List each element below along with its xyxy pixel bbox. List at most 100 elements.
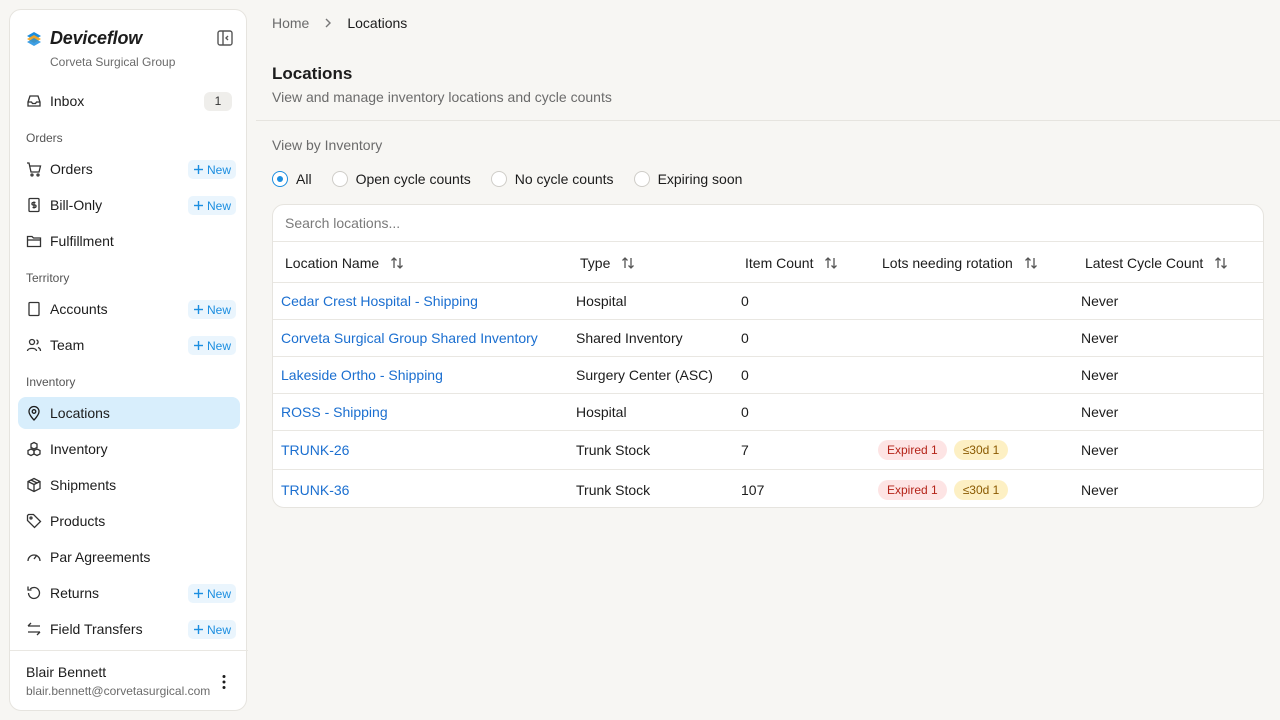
new-label: New (206, 162, 231, 177)
collapse-sidebar-icon[interactable] (216, 29, 234, 47)
package-icon (27, 477, 41, 493)
filter-option-expiring-soon[interactable]: Expiring soon (633, 171, 743, 187)
rotate-ccw-icon (27, 586, 41, 600)
sidebar-item-label: Field Transfers (50, 621, 143, 637)
plus-icon (193, 165, 203, 174)
folder-icon (26, 235, 42, 248)
sidebar-item-shipments[interactable]: Shipments (18, 469, 240, 501)
sidebar-item-locations[interactable]: Locations (18, 397, 240, 429)
table-row[interactable]: Cedar Crest Hospital - Shipping Hospital… (273, 283, 1263, 320)
user-email: blair.bennett@corvetasurgical.com (26, 684, 211, 698)
sort-icon[interactable] (1213, 255, 1229, 271)
sidebar-item-products[interactable]: Products (18, 505, 240, 537)
column-header-label: Location Name (285, 254, 380, 271)
item-count: 7 (741, 442, 749, 458)
chevron-right-icon (325, 18, 332, 28)
column-header-item-count[interactable]: Item Count (745, 242, 839, 283)
sidebar-item-returns[interactable]: Returns New (18, 577, 240, 609)
latest-cycle-count: Never (1081, 404, 1119, 420)
plus-icon (193, 589, 203, 598)
radio-label: Expiring soon (657, 171, 743, 187)
item-count: 0 (741, 404, 749, 420)
location-name-link[interactable]: Cedar Crest Hospital - Shipping (281, 283, 478, 319)
gauge-icon (27, 554, 41, 562)
location-name-link[interactable]: TRUNK-26 (281, 431, 349, 469)
filter-option-all[interactable]: All (272, 171, 312, 187)
radio-label: All (296, 171, 312, 187)
radio-label: No cycle counts (514, 171, 614, 187)
radio-button[interactable] (633, 171, 650, 187)
new-return-button[interactable]: New (187, 584, 236, 603)
table-row[interactable]: Corveta Surgical Group Shared Inventory … (273, 320, 1263, 357)
sidebar-item-label: Bill-Only (50, 197, 103, 213)
column-header-type[interactable]: Type (580, 242, 636, 283)
column-header-label: Type (580, 254, 611, 271)
sidebar: Deviceflow Corveta Surgical Group Inbox … (9, 9, 248, 711)
inventory-filter-group: All Open cycle counts No cycle counts Ex… (272, 171, 762, 187)
new-account-button[interactable]: New (187, 300, 236, 319)
column-header-label: Latest Cycle Count (1085, 254, 1204, 271)
filter-option-open-cycle-counts[interactable]: Open cycle counts (331, 171, 471, 187)
table-row[interactable]: ROSS - Shipping Hospital 0 Never (273, 394, 1263, 431)
radio-label: Open cycle counts (355, 171, 471, 187)
new-field-transfer-button[interactable]: New (187, 620, 236, 639)
column-header-label: Lots needing rotation (882, 254, 1013, 271)
sidebar-item-label: Products (50, 513, 106, 529)
new-order-button[interactable]: New (187, 160, 236, 179)
column-header-latest-cycle-count[interactable]: Latest Cycle Count (1085, 242, 1229, 283)
breadcrumb-home[interactable]: Home (272, 15, 309, 31)
location-name-link[interactable]: Lakeside Ortho - Shipping (281, 357, 443, 393)
sidebar-item-par-agreements[interactable]: Par Agreements (18, 541, 240, 573)
new-team-button[interactable]: New (187, 336, 236, 355)
sidebar-item-label: Accounts (50, 301, 108, 317)
filter-label: View by Inventory (272, 137, 383, 153)
more-vertical-icon[interactable] (215, 673, 233, 691)
sidebar-item-label: Team (50, 337, 85, 353)
table-row[interactable]: Lakeside Ortho - Shipping Surgery Center… (273, 357, 1263, 394)
plus-icon (193, 305, 203, 314)
sidebar-item-label: Inventory (50, 441, 108, 457)
sidebar-item-label: Returns (50, 585, 100, 601)
item-count: 0 (741, 367, 749, 383)
sort-icon[interactable] (823, 255, 839, 271)
section-label-territory: Territory (26, 271, 70, 285)
location-name-link[interactable]: TRUNK-36 (281, 470, 349, 507)
sidebar-item-team[interactable]: Team New (18, 329, 240, 361)
new-bill-only-button[interactable]: New (187, 196, 236, 215)
radio-button[interactable] (490, 171, 507, 187)
location-type: Trunk Stock (576, 442, 651, 458)
column-header-location-name[interactable]: Location Name (285, 242, 405, 283)
table-row[interactable]: TRUNK-26 Trunk Stock 7 Expired 1 ≤30d 1 … (273, 431, 1263, 470)
new-label: New (206, 622, 231, 637)
inbox-count-badge: 1 (204, 92, 232, 111)
column-header-lots-needing-rotation[interactable]: Lots needing rotation (882, 242, 1039, 283)
location-name-link[interactable]: ROSS - Shipping (281, 394, 388, 430)
sort-icon[interactable] (1023, 255, 1039, 271)
table-row[interactable]: TRUNK-36 Trunk Stock 107 Expired 1 ≤30d … (273, 470, 1263, 507)
plus-icon (193, 625, 203, 634)
sidebar-item-field-transfers[interactable]: Field Transfers New (18, 613, 240, 645)
location-name-link[interactable]: Corveta Surgical Group Shared Inventory (281, 320, 538, 356)
sidebar-item-bill-only[interactable]: Bill-Only New (18, 189, 240, 221)
sort-icon[interactable] (620, 255, 636, 271)
sidebar-item-inbox[interactable]: Inbox 1 (18, 85, 240, 117)
radio-button[interactable] (331, 171, 348, 187)
sort-icon[interactable] (389, 255, 405, 271)
sidebar-item-orders[interactable]: Orders New (18, 153, 240, 185)
sidebar-item-fulfillment[interactable]: Fulfillment (18, 225, 240, 257)
new-label: New (206, 198, 231, 213)
boxes-icon (27, 441, 41, 457)
search-input[interactable] (273, 205, 1263, 242)
building-icon (28, 301, 40, 317)
plus-icon (193, 341, 203, 350)
plus-icon (193, 201, 203, 210)
deviceflow-logo-icon (27, 31, 41, 46)
radio-button[interactable] (272, 171, 288, 187)
item-count: 0 (741, 330, 749, 346)
filter-option-no-cycle-counts[interactable]: No cycle counts (490, 171, 614, 187)
page-subtitle: View and manage inventory locations and … (272, 89, 612, 105)
sidebar-item-label: Inbox (50, 93, 85, 109)
sidebar-item-accounts[interactable]: Accounts New (18, 293, 240, 325)
sidebar-item-label: Orders (50, 161, 93, 177)
sidebar-item-inventory[interactable]: Inventory (18, 433, 240, 465)
